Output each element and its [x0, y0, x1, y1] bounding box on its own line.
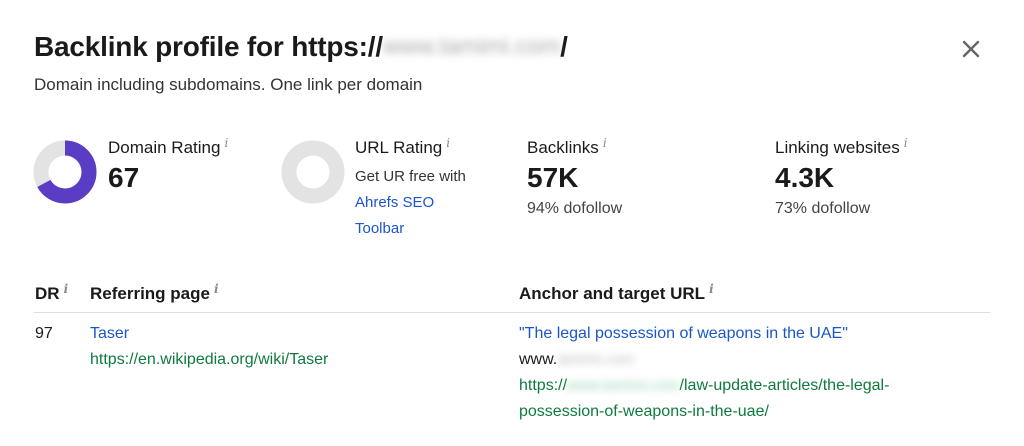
- info-icon[interactable]: i: [446, 136, 450, 150]
- url-rating-label: URL Rating: [355, 138, 443, 157]
- info-icon[interactable]: i: [904, 136, 908, 150]
- backlinks-dofollow: 94% dofollow: [527, 200, 623, 217]
- domain-rating-metric: Domain Rating i 67: [108, 136, 228, 194]
- domain-rating-value: 67: [108, 162, 140, 193]
- column-header-anchor-target[interactable]: Anchor and target URL i: [519, 282, 714, 304]
- backlinks-label: Backlinks: [527, 138, 599, 157]
- domain-rating-ring: [33, 140, 97, 204]
- column-header-referring-page[interactable]: Referring page i: [90, 282, 219, 304]
- header-divider: [34, 312, 990, 313]
- domain-rating-label: Domain Rating: [108, 138, 221, 157]
- linking-websites-label: Linking websites: [775, 138, 900, 157]
- target-domain: www.tamimi.com: [519, 347, 889, 373]
- anchor-target-cell: "The legal possession of weapons in the …: [519, 321, 889, 425]
- row-dr-value: 97: [35, 325, 53, 342]
- referring-page-cell: Taser https://en.wikipedia.org/wiki/Tase…: [90, 321, 328, 373]
- close-button[interactable]: [958, 36, 984, 62]
- backlink-profile-panel: Backlink profile for https://www.tamimi.…: [0, 0, 1024, 446]
- page-title: Backlink profile for https://www.tamimi.…: [34, 31, 568, 62]
- url-rating-ring: [281, 140, 345, 204]
- info-icon[interactable]: i: [214, 282, 219, 296]
- backlinks-value: 57K: [527, 162, 579, 193]
- referring-page-title-link[interactable]: Taser: [90, 321, 328, 347]
- linking-websites-dofollow: 73% dofollow: [775, 200, 871, 217]
- info-icon[interactable]: i: [603, 136, 607, 150]
- blurred-domain: www.tamimi.com: [567, 377, 680, 394]
- info-icon[interactable]: i: [64, 282, 69, 296]
- close-icon: [962, 40, 980, 58]
- info-icon[interactable]: i: [224, 136, 228, 150]
- info-icon[interactable]: i: [709, 282, 714, 296]
- url-rating-metric: URL Rating i Get UR free with Ahrefs SEO …: [355, 136, 466, 242]
- referring-page-url-link[interactable]: https://en.wikipedia.org/wiki/Taser: [90, 347, 328, 373]
- anchor-text-link[interactable]: "The legal possession of weapons in the …: [519, 321, 889, 347]
- linking-websites-metric: Linking websites i 4.3K 73% dofollow: [775, 136, 908, 218]
- linking-websites-value: 4.3K: [775, 162, 835, 193]
- target-url-link[interactable]: https://www.tamimi.com/law-update-articl…: [519, 373, 889, 425]
- column-header-dr[interactable]: DR i: [35, 282, 68, 304]
- blurred-domain: tamimi.com: [557, 351, 634, 368]
- backlinks-metric: Backlinks i 57K 94% dofollow: [527, 136, 622, 218]
- page-subtitle: Domain including subdomains. One link pe…: [34, 75, 423, 94]
- url-rating-promo-text: Get UR free with: [355, 168, 466, 185]
- ahrefs-toolbar-link[interactable]: Ahrefs SEO Toolbar: [355, 190, 466, 242]
- blurred-domain: www.tamimi.com: [382, 33, 561, 60]
